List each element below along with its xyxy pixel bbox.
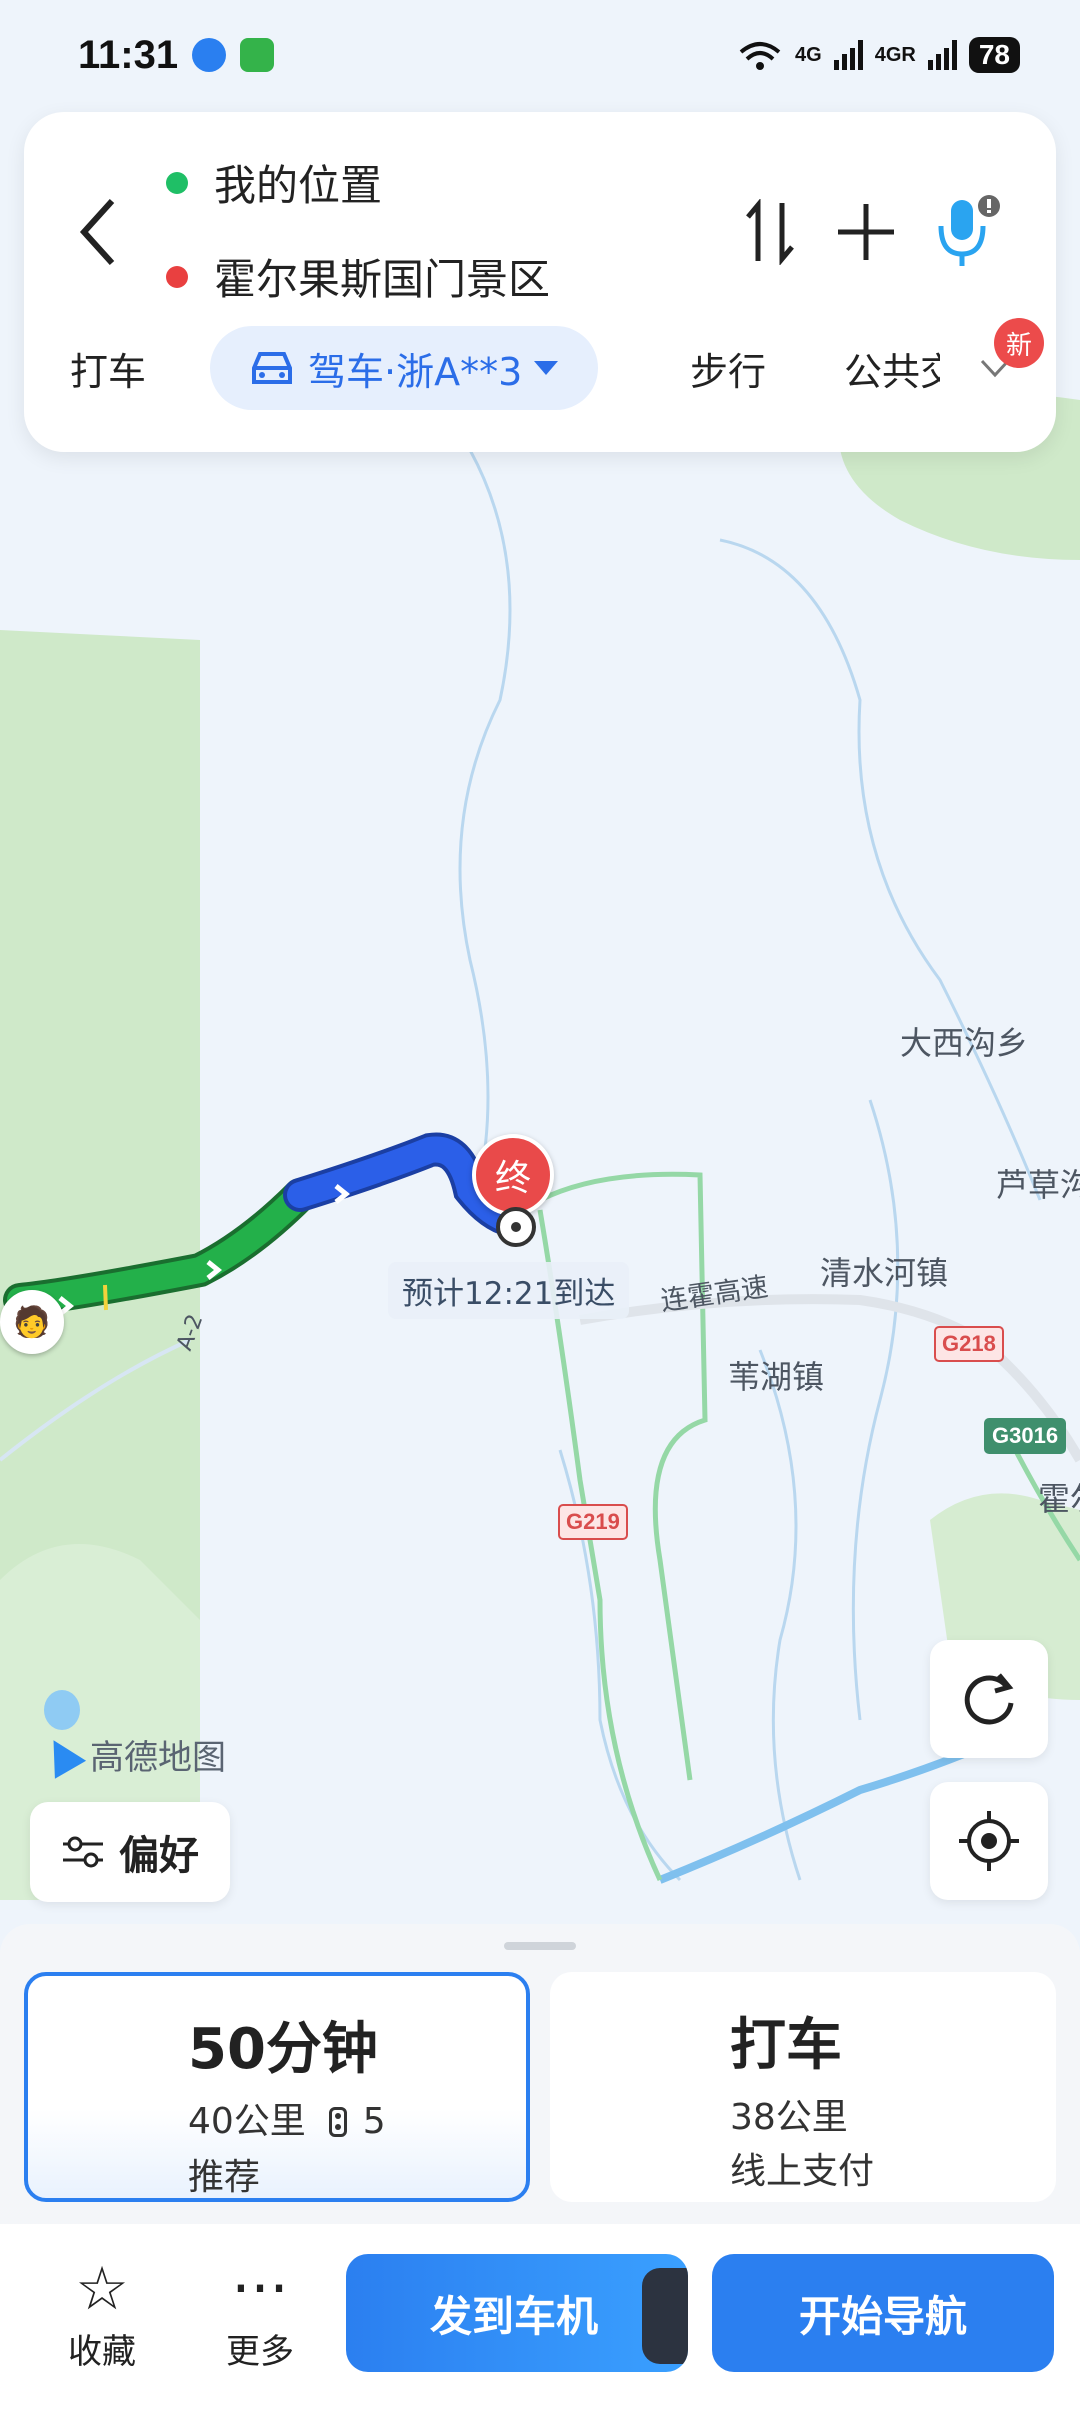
road-shield-g219: G219 [558, 1504, 628, 1540]
app-notification-icon [192, 38, 227, 72]
destination-label: 霍尔果斯国门景区 [214, 255, 551, 304]
crosshair-icon [959, 1811, 1019, 1871]
send-to-car-label: 发到车机 [430, 2291, 599, 2341]
destination-point [496, 1207, 536, 1247]
back-button[interactable] [68, 192, 128, 272]
traffic-light-count: 5 [362, 2101, 386, 2142]
taxi-payment: 线上支付 [730, 2151, 875, 2192]
car-icon [252, 352, 292, 384]
place-label: 霍尔 [1038, 1480, 1080, 1518]
app-notification-icon [240, 38, 275, 72]
clock: 11:31 [78, 32, 179, 77]
network-type: 4G [795, 43, 822, 66]
battery-indicator: 78 [968, 37, 1020, 73]
more-dots-icon: ··· [231, 2254, 289, 2324]
route-card: 我的位置 霍尔果斯国门景区 打车 驾车·浙A**3 步行 公共交 新 [24, 112, 1056, 452]
route-options-sheet: 50分钟 40公里 5 推荐 打车 38公里 线上支付 ☆ 收藏 ··· 更多 [0, 1924, 1080, 2420]
plus-icon [838, 204, 894, 260]
tab-drive[interactable]: 驾车·浙A**3 [210, 326, 599, 410]
brand-label: 高德地图 [90, 1738, 226, 1778]
add-waypoint-button[interactable] [826, 192, 906, 272]
start-navigation-button[interactable]: 开始导航 [712, 2254, 1054, 2372]
locate-me-button[interactable] [930, 1782, 1048, 1900]
wifi-icon [739, 42, 781, 70]
place-label: 芦草沟 [996, 1166, 1080, 1204]
chevron-left-icon [79, 198, 115, 266]
recommended-tag: 推荐 [188, 2157, 261, 2198]
send-to-car-button[interactable]: 发到车机 [346, 2254, 688, 2372]
start-location-label: 我的位置 [214, 161, 383, 210]
road-shield-g218: G218 [934, 1326, 1004, 1362]
action-bar: ☆ 收藏 ··· 更多 发到车机 开始导航 [0, 2224, 1080, 2420]
refresh-route-button[interactable] [930, 1640, 1048, 1758]
caret-down-icon [534, 361, 559, 375]
favorite-button[interactable]: ☆ 收藏 [42, 2254, 162, 2373]
place-label: 苇湖镇 [728, 1358, 825, 1396]
tab-taxi[interactable]: 打车 [70, 326, 146, 410]
start-dot-icon [166, 171, 188, 194]
drive-distance: 40公里 [188, 2101, 306, 2142]
signal-icon [833, 40, 863, 70]
refresh-icon [964, 1673, 1014, 1725]
amap-logo-icon [37, 1730, 87, 1779]
voice-button[interactable] [928, 192, 1008, 272]
signal-icon [927, 40, 957, 70]
screen: 大西沟乡 芦草沟 清水河镇 苇湖镇 连霍高速 霍尔 A-2 G218 G3016… [0, 0, 1080, 2420]
traffic-light-icon [329, 2107, 348, 2137]
taxi-title: 打车 [730, 2013, 842, 2078]
start-location-field[interactable]: 我的位置 [166, 152, 382, 213]
drive-duration: 50分钟 [188, 2017, 378, 2082]
current-location-avatar[interactable]: 🧑 [0, 1290, 64, 1354]
destination-marker[interactable]: 终 [472, 1134, 554, 1216]
eta-label: 预计12:21到达 [388, 1262, 630, 1319]
end-dot-icon [166, 265, 188, 288]
map-brand: 高德地图 [37, 1730, 226, 1779]
travel-mode-tabs: 打车 驾车·浙A**3 步行 公共交通 新 [24, 318, 1056, 416]
tab-drive-label: 驾车·浙A**3 [308, 349, 523, 394]
swap-icon [746, 199, 794, 265]
more-button[interactable]: ··· 更多 [200, 2254, 320, 2373]
route-preference-button[interactable]: 偏好 [30, 1802, 230, 1902]
more-label: 更多 [226, 2332, 294, 2372]
route-option-taxi[interactable]: 打车 38公里 线上支付 [550, 1972, 1056, 2202]
star-icon: ☆ [75, 2254, 129, 2324]
preference-label: 偏好 [119, 1833, 199, 1879]
favorite-label: 收藏 [68, 2332, 136, 2372]
route-option-drive[interactable]: 50分钟 40公里 5 推荐 [24, 1972, 530, 2202]
place-label: 大西沟乡 [900, 1024, 1029, 1062]
drive-details: 40公里 5 [188, 2092, 386, 2144]
tab-walk[interactable]: 步行 [690, 326, 766, 410]
destination-field[interactable]: 霍尔果斯国门景区 [166, 246, 550, 307]
network-type: 4GR [874, 43, 916, 66]
car-device-icon [642, 2268, 688, 2364]
tab-transit[interactable]: 公共交通 [844, 326, 940, 410]
road-shield-g3016: G3016 [984, 1418, 1067, 1454]
microphone-icon [938, 195, 1000, 266]
sliders-icon [63, 1836, 103, 1868]
swap-button[interactable] [730, 192, 810, 272]
taxi-distance: 38公里 [730, 2097, 848, 2138]
new-badge: 新 [994, 318, 1044, 368]
place-label: 清水河镇 [820, 1254, 949, 1292]
status-bar: 11:31 4G 4GR 78 [0, 0, 1080, 110]
sheet-handle[interactable] [504, 1942, 576, 1950]
